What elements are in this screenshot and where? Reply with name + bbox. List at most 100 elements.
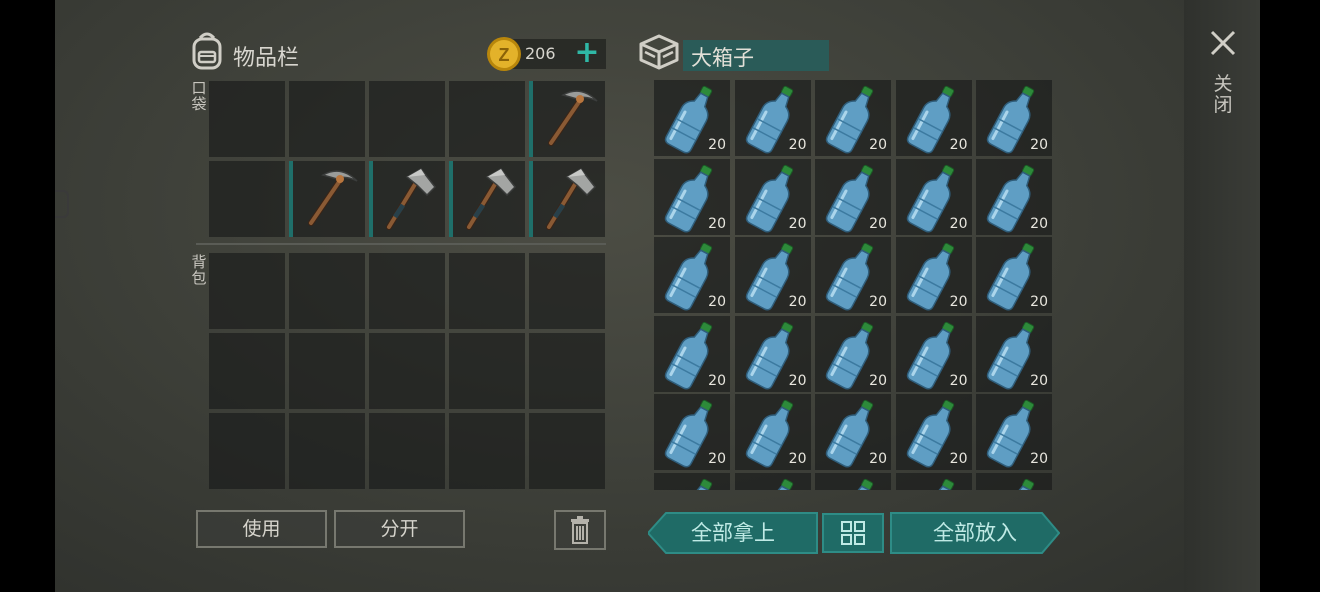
trash-button[interactable] xyxy=(554,510,606,550)
chest-slot[interactable]: 20 xyxy=(654,158,730,235)
item-quantity: 20 xyxy=(949,137,968,153)
grid-icon xyxy=(841,521,865,545)
backpack-slot[interactable] xyxy=(529,253,605,329)
backpack-slot[interactable] xyxy=(369,413,445,489)
chest-slot[interactable]: 20 xyxy=(815,80,891,156)
chest-slot[interactable]: 20 xyxy=(976,80,1052,156)
backpack-slot[interactable] xyxy=(209,253,285,329)
item-quantity: 20 xyxy=(708,215,726,232)
chest-slot[interactable]: 20 xyxy=(895,315,972,392)
chest-slot[interactable]: 20 xyxy=(895,237,972,313)
chest-slot[interactable]: 20 xyxy=(815,158,891,235)
item-quantity: 20 xyxy=(1030,294,1048,310)
pocket-slot[interactable] xyxy=(209,81,285,157)
backpack-slot[interactable] xyxy=(449,333,525,409)
take-all-label: 全部拿上 xyxy=(691,521,775,545)
chest-slot[interactable]: 20 xyxy=(734,237,811,313)
use-button[interactable]: 使用 xyxy=(196,510,327,548)
item-quantity: 20 xyxy=(788,372,807,389)
chest-title: 大箱子 xyxy=(691,46,754,70)
item-quantity: 20 xyxy=(869,215,887,232)
inventory-title: 物品栏 xyxy=(233,46,300,71)
chest-slot[interactable]: 20 xyxy=(654,80,730,156)
backpack-label: 背包 xyxy=(191,253,207,287)
chest-slot[interactable]: 20 xyxy=(976,394,1052,470)
item-quantity: 20 xyxy=(788,451,807,467)
backpack-slot[interactable] xyxy=(449,253,525,329)
backpack-slot[interactable] xyxy=(369,253,445,329)
water-bottle-icon xyxy=(825,478,874,490)
pocket-slot[interactable] xyxy=(369,161,445,237)
chest-slot[interactable]: 20 xyxy=(976,472,1052,490)
item-quantity: 20 xyxy=(949,294,968,310)
pocket-slot[interactable] xyxy=(209,161,285,237)
chest-slot[interactable]: 20 xyxy=(734,394,811,470)
item-quantity: 20 xyxy=(949,215,968,232)
hatchet-icon xyxy=(546,168,596,230)
chest-slot[interactable]: 20 xyxy=(734,315,811,392)
trash-icon xyxy=(571,516,589,544)
chest-slot[interactable]: 20 xyxy=(734,472,811,490)
backpack-slot[interactable] xyxy=(289,413,365,489)
chest-slot[interactable]: 20 xyxy=(895,158,972,235)
add-coins-button[interactable]: + xyxy=(570,38,604,70)
item-quantity: 20 xyxy=(949,451,968,467)
backpack-slot[interactable] xyxy=(209,413,285,489)
pocket-slot[interactable] xyxy=(289,81,365,157)
pocket-slot[interactable] xyxy=(449,81,525,157)
backpack-slot[interactable] xyxy=(209,333,285,409)
item-quantity: 20 xyxy=(708,294,726,310)
pocket-slot[interactable] xyxy=(449,161,525,237)
pocket-slot[interactable] xyxy=(369,81,445,157)
put-all-button[interactable]: 全部放入 xyxy=(890,512,1061,554)
svg-text:Z: Z xyxy=(499,45,510,65)
pickaxe-icon xyxy=(548,90,598,146)
chest-slot[interactable]: 20 xyxy=(815,472,891,490)
item-quantity: 20 xyxy=(708,451,726,467)
backpack-slot[interactable] xyxy=(289,333,365,409)
item-quantity: 20 xyxy=(869,451,887,467)
backpack-icon xyxy=(192,32,222,70)
water-bottle-icon xyxy=(906,478,954,490)
item-quantity: 20 xyxy=(708,137,726,153)
pocket-label: 口袋 xyxy=(191,79,207,113)
chest-slot[interactable]: 20 xyxy=(654,472,730,490)
chest-slot[interactable]: 20 xyxy=(895,472,972,490)
chest-slot[interactable]: 20 xyxy=(895,394,972,470)
chest-slot[interactable]: 20 xyxy=(976,158,1052,235)
close-icon[interactable] xyxy=(1208,28,1238,58)
chest-slot[interactable]: 20 xyxy=(734,158,811,235)
chest-slot[interactable]: 20 xyxy=(815,315,891,392)
split-button[interactable]: 分开 xyxy=(334,510,465,548)
backpack-slot[interactable] xyxy=(529,333,605,409)
backpack-slot[interactable] xyxy=(369,333,445,409)
close-label[interactable]: 关闭 xyxy=(1212,74,1234,116)
put-all-label: 全部放入 xyxy=(933,521,1017,545)
pocket-slot[interactable] xyxy=(289,161,365,237)
chest-slot[interactable]: 20 xyxy=(976,237,1052,313)
pocket-slot[interactable] xyxy=(529,161,605,237)
chest-slot[interactable]: 20 xyxy=(976,315,1052,392)
pocket-slot[interactable] xyxy=(529,81,605,157)
chest-slot[interactable]: 20 xyxy=(654,237,730,313)
backpack-slot[interactable] xyxy=(289,253,365,329)
sort-grid-button[interactable] xyxy=(822,513,884,553)
item-quantity: 20 xyxy=(1030,451,1048,467)
chest-slot[interactable]: 20 xyxy=(815,394,891,470)
chest-slot[interactable]: 20 xyxy=(734,80,811,156)
water-bottle-icon xyxy=(745,478,793,490)
chest-slot[interactable]: 20 xyxy=(895,80,972,156)
coin-count: 206 xyxy=(525,44,556,63)
item-quantity: 20 xyxy=(1030,137,1048,153)
chest-slot[interactable]: 20 xyxy=(654,315,730,392)
item-quantity: 20 xyxy=(788,215,807,232)
chest-slot[interactable]: 20 xyxy=(815,237,891,313)
item-quantity: 20 xyxy=(708,372,726,389)
chest-slot[interactable]: 20 xyxy=(654,394,730,470)
take-all-button[interactable]: 全部拿上 xyxy=(646,512,818,554)
coin-icon: Z xyxy=(487,37,521,71)
chest-grid: 20 20 20 20 20 20 20 20 20 20 20 20 20 20 20 20 20 20 20 20… xyxy=(654,80,1052,490)
backpack-slot[interactable] xyxy=(449,413,525,489)
item-quantity: 20 xyxy=(869,137,887,153)
backpack-slot[interactable] xyxy=(529,413,605,489)
